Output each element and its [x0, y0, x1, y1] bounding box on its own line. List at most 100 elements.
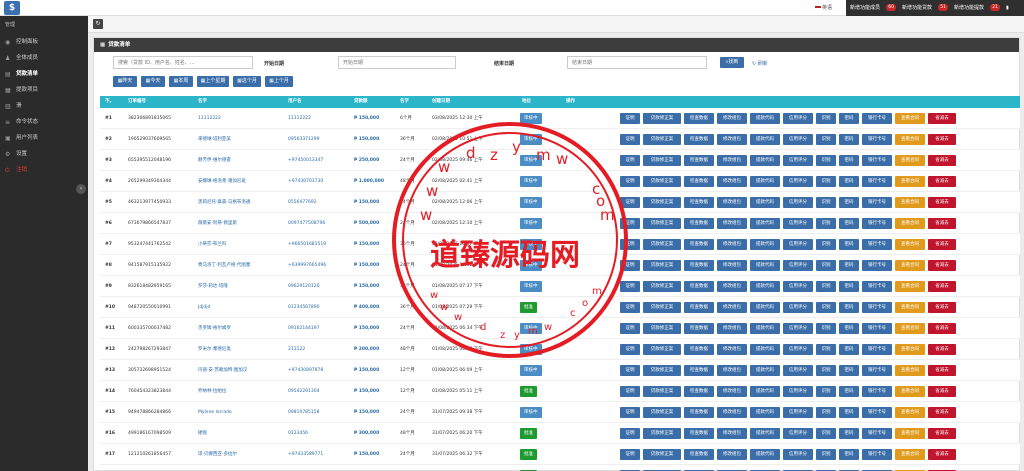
action-button[interactable]: 检查数据	[684, 365, 714, 376]
action-button[interactable]: 贷款修正案	[643, 239, 681, 250]
action-button[interactable]: 银行卡号	[862, 449, 892, 460]
action-button[interactable]: 修改组包	[717, 218, 747, 229]
action-button[interactable]: 银行卡号	[862, 260, 892, 271]
action-button[interactable]: 省减去	[928, 407, 956, 418]
action-button[interactable]: 提款代码	[750, 113, 780, 124]
sidebar-item-dashboard[interactable]: ◉ 控制面板	[0, 36, 88, 49]
action-button[interactable]: 银行卡号	[862, 344, 892, 355]
action-button[interactable]: 检查数据	[684, 386, 714, 397]
action-button[interactable]: 查看合同	[895, 365, 925, 376]
customer-name[interactable]: 罗莎·莉达·塔隆	[198, 276, 283, 297]
customer-name[interactable]: 杰罗姆·格尔姆罗	[198, 318, 283, 339]
action-button[interactable]: 密码	[839, 302, 859, 313]
username-cell[interactable]: 11112222	[288, 108, 311, 129]
username-cell[interactable]: 09542291304	[288, 381, 320, 402]
action-button[interactable]: 信用评分	[783, 407, 813, 418]
action-button[interactable]: 修改组包	[717, 323, 747, 334]
action-button[interactable]: 识别	[816, 323, 836, 334]
customer-name[interactable]: 罗米尔·塞德尼奥	[198, 339, 283, 360]
username-cell[interactable]: 01234567890	[288, 297, 320, 318]
action-button[interactable]: 检查数据	[684, 260, 714, 271]
action-button[interactable]: 识别	[816, 197, 836, 208]
action-button[interactable]: 提款代码	[750, 218, 780, 229]
action-button[interactable]: 查看合同	[895, 239, 925, 250]
action-button[interactable]: 银行卡号	[862, 155, 892, 166]
user-menu[interactable]: ▮	[1002, 0, 1024, 16]
action-button[interactable]: 信用评分	[783, 155, 813, 166]
action-button[interactable]: 省减去	[928, 323, 956, 334]
username-cell[interactable]: +97430703730	[288, 171, 323, 192]
action-button[interactable]: 贷款修正案	[643, 155, 681, 166]
customer-name[interactable]: 小蒂莎·布兰科	[198, 234, 283, 255]
action-button[interactable]: 修改组包	[717, 260, 747, 271]
action-button[interactable]: 密码	[839, 281, 859, 292]
action-button[interactable]: 贷款修正案	[643, 197, 681, 208]
action-button[interactable]: 提款代码	[750, 239, 780, 250]
action-button[interactable]: 银行卡号	[862, 176, 892, 187]
action-button[interactable]: 识别	[816, 281, 836, 292]
find-button[interactable]: ⌕找到	[720, 57, 744, 68]
refresh-link[interactable]: ↻ 刷新	[752, 60, 768, 67]
action-button[interactable]: 检查数据	[684, 323, 714, 334]
action-button[interactable]: 证明	[620, 428, 640, 439]
action-button[interactable]: 省减去	[928, 302, 956, 313]
username-cell[interactable]: 09810785158	[288, 402, 320, 423]
action-button[interactable]: 识别	[816, 344, 836, 355]
action-button[interactable]: 银行卡号	[862, 218, 892, 229]
username-cell[interactable]: 09162144197	[288, 318, 320, 339]
filter-today[interactable]: ▦今天	[141, 76, 165, 87]
action-button[interactable]: 信用评分	[783, 176, 813, 187]
customer-name[interactable]: 苹果觉·维克	[198, 465, 283, 471]
customer-name[interactable]: 琼·贝娜西亚·多拉尔	[198, 444, 283, 465]
sidebar-item-loans[interactable]: ▤ 贷款清单	[0, 68, 88, 81]
customer-name[interactable]: Jdjdjd	[198, 297, 283, 318]
username-cell[interactable]: +966501681519	[288, 234, 326, 255]
sidebar-item-members[interactable]: ♟ 全体成员	[0, 52, 88, 65]
action-button[interactable]: 查看合同	[895, 386, 925, 397]
action-button[interactable]: 查看合同	[895, 449, 925, 460]
action-button[interactable]: 查看合同	[895, 260, 925, 271]
action-button[interactable]: 省减去	[928, 239, 956, 250]
action-button[interactable]: 密码	[839, 365, 859, 376]
action-button[interactable]: 密码	[839, 386, 859, 397]
action-button[interactable]: 提款代码	[750, 155, 780, 166]
collapse-sidebar-button[interactable]: ‹	[76, 184, 86, 194]
action-button[interactable]: 密码	[839, 260, 859, 271]
username-cell[interactable]: 09563371299	[288, 129, 320, 150]
action-button[interactable]: 提款代码	[750, 260, 780, 271]
customer-name[interactable]: 乔纳林·拉帕拉	[198, 381, 283, 402]
action-button[interactable]: 证明	[620, 449, 640, 460]
action-button[interactable]: 修改组包	[717, 281, 747, 292]
action-button[interactable]: 提款代码	[750, 344, 780, 355]
action-button[interactable]: 查看合同	[895, 176, 925, 187]
customer-name[interactable]: Mylene lerrado	[198, 402, 283, 423]
action-button[interactable]: 提款代码	[750, 281, 780, 292]
action-button[interactable]: 贷款修正案	[643, 407, 681, 418]
action-button[interactable]: 银行卡号	[862, 197, 892, 208]
action-button[interactable]: 贷款修正案	[643, 134, 681, 145]
action-button[interactable]: 识别	[816, 155, 836, 166]
action-button[interactable]: 查看合同	[895, 344, 925, 355]
action-button[interactable]: 查看合同	[895, 113, 925, 124]
customer-name[interactable]: 玛丽·安·苏赖加特·图加汉	[198, 360, 283, 381]
action-button[interactable]: 信用评分	[783, 239, 813, 250]
username-cell[interactable]: +97430897878	[288, 360, 323, 381]
sidebar-item-settings[interactable]: ⚙ 设置	[0, 148, 88, 161]
action-button[interactable]: 修改组包	[717, 407, 747, 418]
search-input[interactable]	[113, 56, 253, 69]
action-button[interactable]: 证明	[620, 281, 640, 292]
username-cell[interactable]: 213122	[288, 339, 305, 360]
action-button[interactable]: 识别	[816, 302, 836, 313]
action-button[interactable]: 信用评分	[783, 344, 813, 355]
new-members-tab[interactable]: 新增功能成员 60	[846, 0, 898, 16]
action-button[interactable]: 检查数据	[684, 155, 714, 166]
action-button[interactable]: 修改组包	[717, 365, 747, 376]
action-button[interactable]: 贷款修正案	[643, 365, 681, 376]
action-button[interactable]: 证明	[620, 407, 640, 418]
action-button[interactable]: 贷款修正案	[643, 323, 681, 334]
filter-this-month[interactable]: ▦这个月	[233, 76, 261, 87]
action-button[interactable]: 信用评分	[783, 260, 813, 271]
username-cell[interactable]: 0556477692	[288, 192, 317, 213]
filter-this-week[interactable]: ▦本周	[169, 76, 193, 87]
action-button[interactable]: 省减去	[928, 365, 956, 376]
